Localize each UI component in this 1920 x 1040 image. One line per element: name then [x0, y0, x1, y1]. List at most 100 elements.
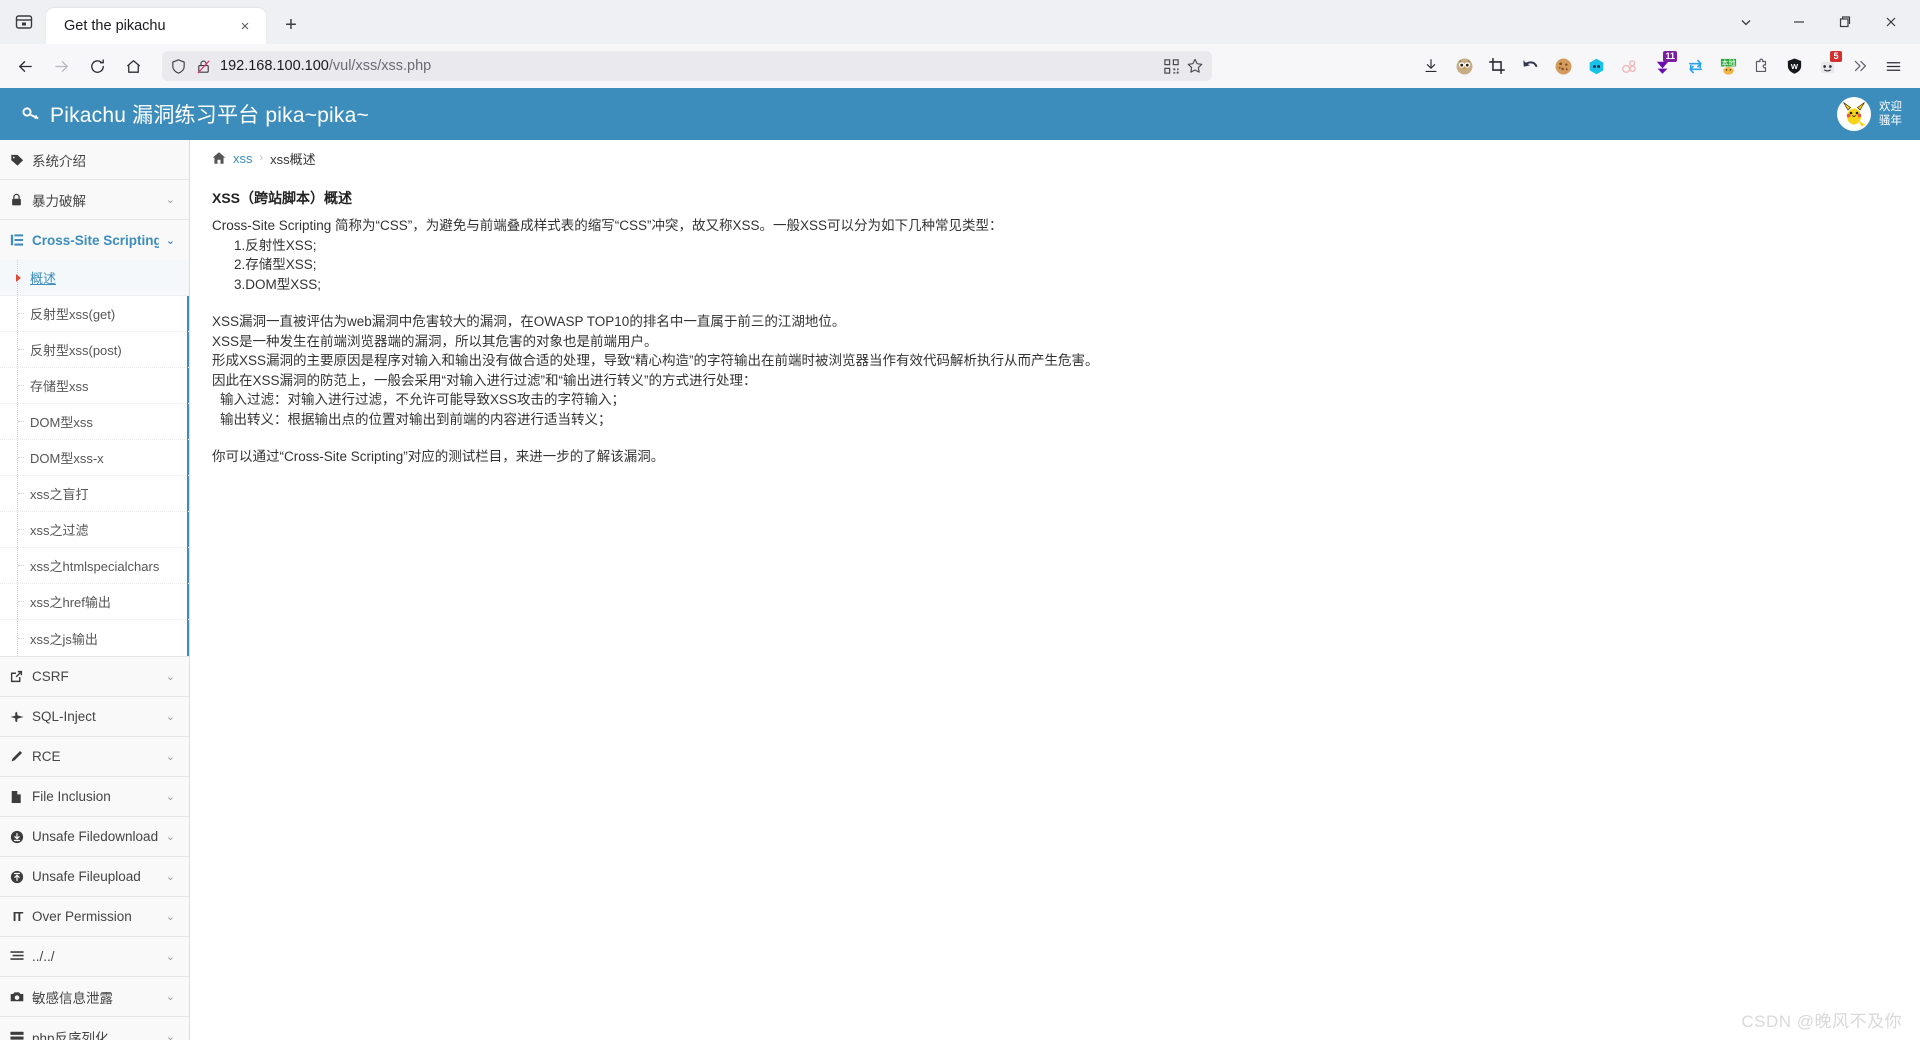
user-greeting: 欢迎 骚年 [1879, 100, 1902, 128]
sidebar-item-label: Over Permission [32, 909, 132, 924]
sidebar-item-reflected-xss-get[interactable]: 反射型xss(get) [0, 296, 189, 332]
body-paragraph: XSS漏洞一直被评估为web漏洞中危害较大的漏洞，在OWASP TOP10的排名… [212, 314, 846, 329]
sidebar-item-rce[interactable]: RCE ⌄ [0, 737, 189, 777]
browser-window: Get the pikachu × + 192.168.100.100/vul/… [0, 0, 1920, 1040]
tampermonkey-icon[interactable]: 5 [1812, 51, 1842, 81]
site-brand[interactable]: Pikachu 漏洞练习平台 pika~pika~ [22, 99, 369, 129]
download-circle-icon [10, 830, 25, 844]
url-text: 192.168.100.100/vul/xss/xss.php [220, 58, 1155, 74]
sidebar-item-cross-site-scripting[interactable]: Cross-Site Scripting ⌄ [0, 220, 189, 260]
owl-extension-icon[interactable] [1449, 51, 1479, 81]
browser-menu-icon[interactable] [1878, 51, 1908, 81]
overflow-chevrons-icon[interactable] [1845, 51, 1875, 81]
crop-capture-icon[interactable] [1482, 51, 1512, 81]
new-tab-button[interactable]: + [274, 8, 308, 42]
tab-list-icon[interactable] [6, 0, 42, 44]
body-paragraph: 形成XSS漏洞的主要原因是程序对输入和输出没有做合适的处理，导致“精心构造”的字… [212, 353, 1099, 368]
page-title: XSS（跨站脚本）概述 [212, 190, 353, 206]
extensions-toolbar: 11 本地 W 5 [1416, 51, 1912, 81]
minimize-button[interactable] [1776, 6, 1822, 38]
bubbles-extension-icon[interactable] [1614, 51, 1644, 81]
tree-dash [18, 313, 24, 314]
chevron-down-icon: ⌄ [165, 1031, 175, 1040]
tree-dash [18, 529, 24, 530]
sidebar-item-label: 反射型xss(post) [30, 343, 122, 358]
sidebar-item-over-permission[interactable]: IT Over Permission ⌄ [0, 897, 189, 937]
sidebar-item-label: 存储型xss [30, 379, 89, 394]
chevron-down-icon[interactable] [1716, 6, 1776, 38]
sidebar-item-path-traversal[interactable]: ../../ ⌄ [0, 937, 189, 977]
sidebar-item-xss-blind[interactable]: xss之盲打 [0, 476, 189, 512]
sidebar-item-label: DOM型xss-x [30, 451, 104, 466]
sidebar-item-file-inclusion[interactable]: File Inclusion ⌄ [0, 777, 189, 817]
forward-icon[interactable] [44, 49, 78, 83]
translate-local-icon[interactable]: 本地 [1713, 51, 1743, 81]
sidebar-item-xss-htmlspecialchars[interactable]: xss之htmlspecialchars [0, 548, 189, 584]
xss-type-item: 3.DOM型XSS; [234, 276, 322, 292]
lock-icon [10, 193, 25, 207]
download-manager-icon[interactable]: 11 [1647, 51, 1677, 81]
home-icon[interactable] [212, 151, 226, 165]
sidebar-item-label: Unsafe Filedownload [32, 829, 159, 844]
hexagon-extension-icon[interactable] [1581, 51, 1611, 81]
tab-strip: Get the pikachu × + [0, 0, 1920, 44]
star-icon[interactable] [1186, 57, 1204, 75]
plane-icon [10, 710, 25, 724]
sitemap-icon [10, 233, 25, 247]
sidebar-item-label: xss之htmlspecialchars [30, 559, 160, 574]
xss-type-item: 2.存储型XSS; [234, 257, 317, 272]
body-paragraph: XSS是一种发生在前端浏览器端的漏洞，所以其危害的对象也是前端用户。 [212, 333, 658, 349]
sidebar-item-stored-xss[interactable]: 存储型xss [0, 368, 189, 404]
puzzle-extension-icon[interactable] [1746, 51, 1776, 81]
cookie-editor-icon[interactable] [1548, 51, 1578, 81]
sidebar-item-dom-xss-x[interactable]: DOM型xss-x [0, 440, 189, 476]
sidebar-item-xss-js-output[interactable]: xss之js输出 [0, 620, 189, 656]
tree-dash [18, 349, 24, 350]
navigation-toolbar: 192.168.100.100/vul/xss/xss.php 11 本地 W … [0, 44, 1920, 88]
sidebar-item-dom-xss[interactable]: DOM型xss [0, 404, 189, 440]
sidebar-item-sql-inject[interactable]: SQL-Inject ⌄ [0, 697, 189, 737]
body-paragraph: 因此在XSS漏洞的防范上，一般会采用“对输入进行过滤”和“输出进行转义”的方式进… [212, 372, 757, 388]
sync-swap-icon[interactable] [1680, 51, 1710, 81]
maximize-button[interactable] [1822, 6, 1868, 38]
intro-paragraph: Cross-Site Scripting 简称为“CSS”，为避免与前端叠成样式… [212, 218, 1003, 233]
sidebar-item-sensitive-info-leak[interactable]: 敏感信息泄露 ⌄ [0, 977, 189, 1017]
url-path: /vul/xss/xss.php [328, 58, 432, 74]
downloads-icon[interactable] [1416, 51, 1446, 81]
sidebar-item-xss-href-output[interactable]: xss之href输出 [0, 584, 189, 620]
chevron-down-icon: ⌄ [165, 911, 175, 923]
sidebar-item-system-intro[interactable]: 系统介绍 [0, 140, 189, 180]
text-height-icon: IT [12, 909, 24, 924]
tree-dash [18, 565, 24, 566]
sidebar-item-csrf[interactable]: CSRF ⌄ [0, 657, 189, 697]
undo-arrow-icon[interactable] [1515, 51, 1545, 81]
qr-code-icon[interactable] [1163, 58, 1180, 75]
home-icon[interactable] [116, 49, 150, 83]
close-window-button[interactable] [1868, 6, 1914, 38]
lock-slash-icon[interactable] [195, 58, 212, 75]
sidebar-item-label: 反射型xss(get) [30, 307, 116, 322]
sidebar-item-brute-force[interactable]: 暴力破解 ⌄ [0, 180, 189, 220]
browser-tab[interactable]: Get the pikachu × [46, 8, 266, 44]
chevron-down-icon: ⌄ [165, 671, 175, 683]
user-menu[interactable]: 欢迎 骚年 [1827, 88, 1920, 140]
breadcrumb-link-xss[interactable]: xss [233, 151, 253, 166]
sidebar-item-reflected-xss-post[interactable]: 反射型xss(post) [0, 332, 189, 368]
tab-title: Get the pikachu [64, 18, 166, 34]
sidebar-item-xss-filter[interactable]: xss之过滤 [0, 512, 189, 548]
sidebar-item-php-deserialize[interactable]: php反序列化 ⌄ [0, 1017, 189, 1040]
tree-dash [18, 637, 24, 639]
adguard-shield-icon[interactable]: W [1779, 51, 1809, 81]
back-icon[interactable] [8, 49, 42, 83]
key-icon [19, 101, 45, 127]
shield-icon[interactable] [170, 58, 187, 75]
badge-count: 5 [1830, 51, 1842, 62]
reload-icon[interactable] [80, 49, 114, 83]
sidebar-item-xss-overview[interactable]: 概述 [0, 260, 189, 296]
address-bar[interactable]: 192.168.100.100/vul/xss/xss.php [162, 51, 1212, 81]
sidebar-item-label: xss之盲打 [30, 487, 89, 502]
sidebar-item-unsafe-filedownload[interactable]: Unsafe Filedownload ⌄ [0, 817, 189, 857]
sidebar-item-unsafe-fileupload[interactable]: Unsafe Fileupload ⌄ [0, 857, 189, 897]
close-icon[interactable]: × [234, 15, 256, 37]
